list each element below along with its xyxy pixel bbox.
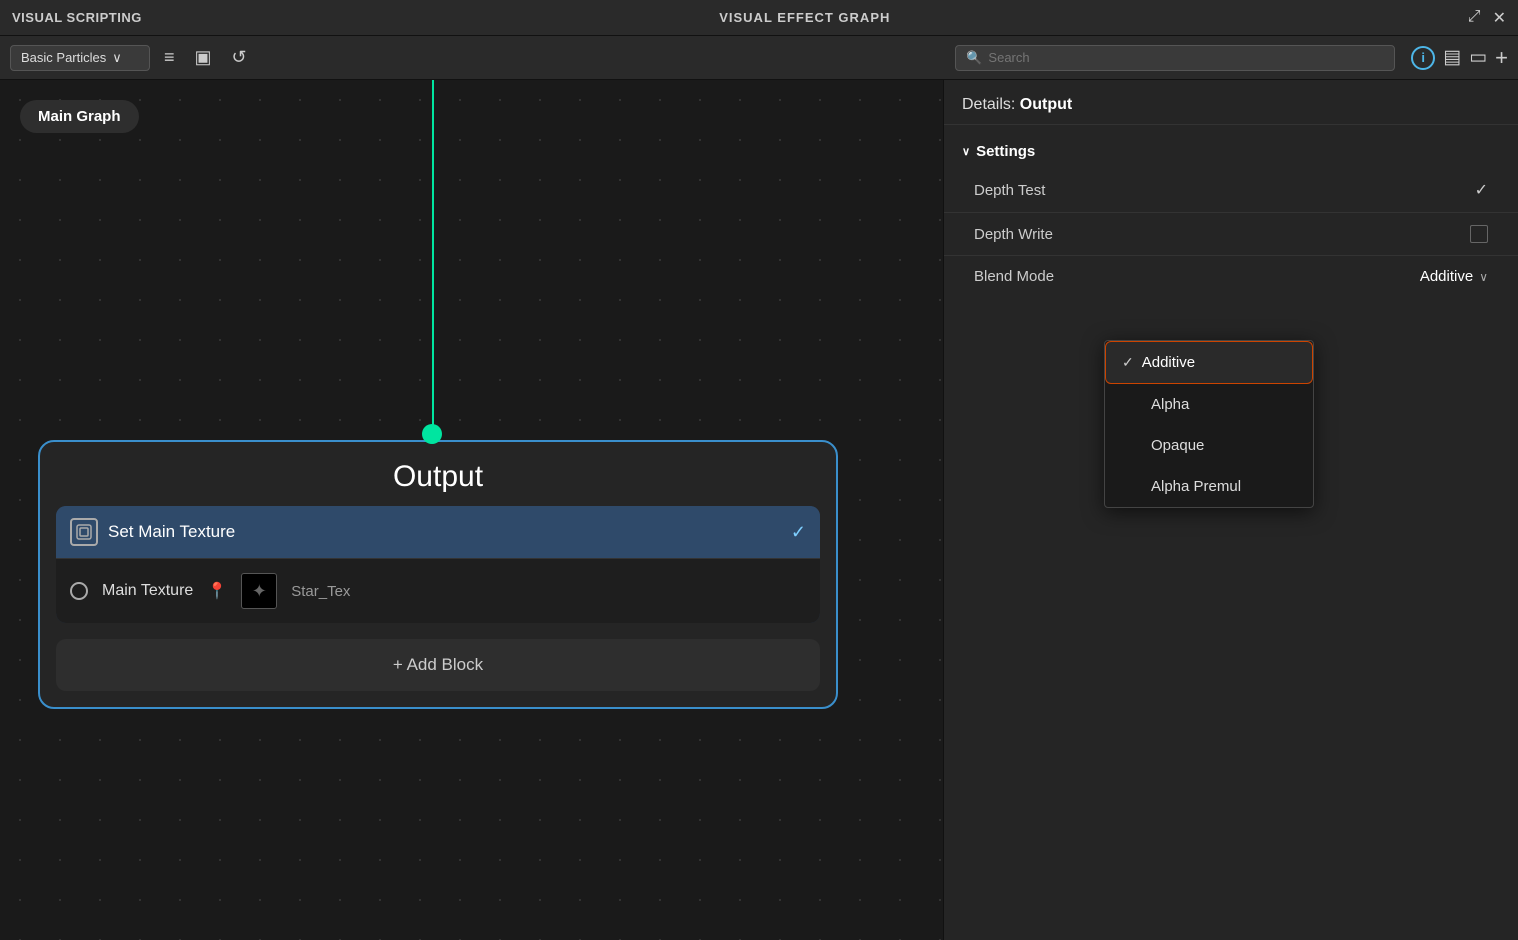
settings-chevron-icon: ∨: [962, 145, 970, 158]
menu-button[interactable]: ≡: [158, 43, 181, 72]
settings-title-label: Settings: [976, 143, 1035, 160]
toolbar-right-icons: i ▤ ▭ +: [1411, 45, 1508, 71]
main-texture-label: Main Texture: [102, 582, 193, 600]
depth-test-label: Depth Test: [974, 182, 1045, 199]
block-header: Set Main Texture ✓: [56, 506, 820, 558]
blend-mode-label: Blend Mode: [974, 268, 1054, 285]
output-block: Set Main Texture ✓ Main Texture 📍 ✦ Star…: [56, 506, 820, 623]
block-body: Main Texture 📍 ✦ Star_Tex: [56, 558, 820, 623]
texture-block-icon: [76, 524, 92, 540]
close-icon[interactable]: ✕: [1493, 8, 1506, 28]
add-icon[interactable]: +: [1495, 45, 1508, 71]
graph-selector-label: Basic Particles: [21, 50, 106, 65]
window-title: VISUAL EFFECT GRAPH: [719, 10, 890, 25]
dropdown-item-alpha[interactable]: Alpha: [1105, 384, 1313, 425]
title-bar: VISUAL SCRIPTING VISUAL EFFECT GRAPH ⤢ ✕: [0, 0, 1518, 36]
notes-icon[interactable]: ▤: [1443, 46, 1461, 69]
expand-icon[interactable]: ⤢: [1468, 8, 1481, 28]
dropdown-item-alpha-premul[interactable]: Alpha Premul: [1105, 466, 1313, 507]
main-graph-label: Main Graph: [20, 100, 139, 133]
depth-write-label: Depth Write: [974, 226, 1053, 243]
depth-test-check-icon[interactable]: ✓: [1475, 180, 1488, 200]
texture-name: Star_Tex: [291, 583, 350, 600]
texture-preview: ✦: [241, 573, 277, 609]
depth-test-row: Depth Test ✓: [944, 168, 1518, 213]
dropdown-check-icon: ✓: [1122, 354, 1134, 371]
output-node: Output Set Main Texture ✓ Main Texture: [38, 440, 838, 709]
block-icon: [70, 518, 98, 546]
settings-section: ∨ Settings Depth Test ✓ Depth Write Blen…: [944, 125, 1518, 307]
depth-write-checkbox[interactable]: [1470, 225, 1488, 243]
chevron-down-icon: ∨: [112, 50, 122, 66]
blend-mode-value-text: Additive: [1420, 268, 1473, 285]
search-icon: 🔍: [966, 50, 982, 66]
depth-write-row: Depth Write: [944, 213, 1518, 256]
app-title: VISUAL SCRIPTING: [12, 10, 142, 25]
graph-selector-dropdown[interactable]: Basic Particles ∨: [10, 45, 150, 71]
settings-title[interactable]: ∨ Settings: [944, 135, 1518, 168]
dropdown-opaque-label: Opaque: [1151, 437, 1204, 454]
file-icon[interactable]: ▭: [1469, 46, 1487, 69]
dropdown-item-opaque[interactable]: Opaque: [1105, 425, 1313, 466]
connection-line: [432, 80, 434, 430]
dropdown-item-additive[interactable]: ✓ Additive: [1105, 341, 1313, 384]
block-title: Set Main Texture: [108, 522, 781, 542]
dropdown-alpha-premul-label: Alpha Premul: [1151, 478, 1241, 495]
details-panel: Details: Output ∨ Settings Depth Test ✓ …: [943, 80, 1518, 940]
connection-dot: [422, 424, 442, 444]
toolbar: Basic Particles ∨ ≡ ▣ ↺ 🔍 i ▤ ▭ +: [0, 36, 1518, 80]
dropdown-alpha-label: Alpha: [1151, 396, 1189, 413]
details-label: Details:: [962, 96, 1020, 113]
output-title: Output: [40, 442, 836, 506]
blend-mode-chevron-icon: ∨: [1479, 270, 1488, 284]
add-block-button[interactable]: + Add Block: [56, 639, 820, 691]
main-layout: Main Graph Output Set Main Texture ✓: [0, 80, 1518, 940]
layout-button[interactable]: ▣: [189, 43, 218, 72]
texture-preview-icon: ✦: [252, 581, 267, 602]
pin-icon: 📍: [207, 581, 227, 601]
block-check-icon: ✓: [791, 522, 806, 543]
details-header: Details: Output: [944, 80, 1518, 125]
search-input[interactable]: [988, 50, 1384, 65]
dropdown-additive-label: Additive: [1142, 354, 1195, 371]
info-icon[interactable]: i: [1411, 46, 1435, 70]
refresh-button[interactable]: ↺: [226, 43, 253, 72]
texture-circle-icon: [70, 582, 88, 600]
blend-mode-dropdown-trigger[interactable]: Additive ∨: [1420, 268, 1488, 285]
window-controls: ⤢ ✕: [1468, 8, 1506, 28]
blend-mode-row: Blend Mode Additive ∨: [944, 256, 1518, 297]
details-value: Output: [1020, 96, 1072, 113]
graph-canvas[interactable]: Main Graph Output Set Main Texture ✓: [0, 80, 943, 940]
search-bar[interactable]: 🔍: [955, 45, 1395, 71]
blend-mode-dropdown-menu: ✓ Additive Alpha Opaque Alpha Premul: [1104, 340, 1314, 508]
